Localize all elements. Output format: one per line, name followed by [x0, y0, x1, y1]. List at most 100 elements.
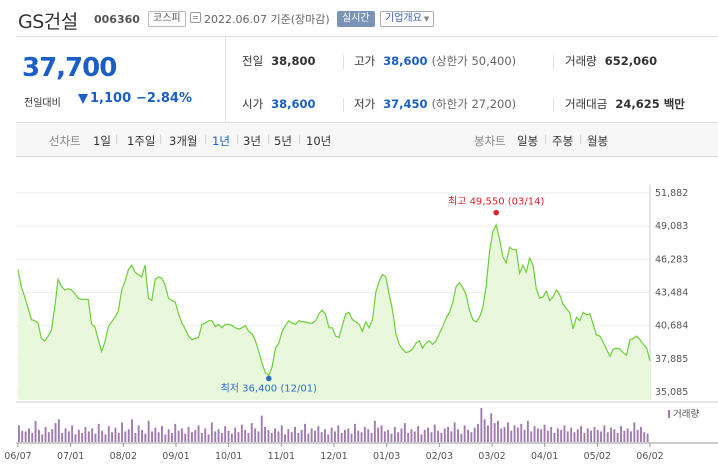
volume-bar: [370, 432, 373, 442]
period-1y[interactable]: 1년: [212, 133, 230, 149]
volume-bar: [553, 432, 556, 442]
company-info-dropdown[interactable]: 기업개요 ▼: [380, 11, 435, 27]
volume-bar: [147, 420, 150, 442]
volume-bar: [526, 420, 529, 442]
period-1w[interactable]: 1주일: [127, 133, 155, 149]
volume-bar: [77, 429, 80, 442]
line-chart-label: 선차트: [49, 134, 81, 148]
volume-bar: [247, 432, 250, 442]
volume-bar: [144, 433, 147, 442]
volume-bar: [184, 433, 187, 442]
stat-volume: 거래량 652,060: [565, 53, 657, 69]
volume-bar: [636, 429, 639, 442]
volume-bar: [94, 433, 97, 442]
volume-bar: [227, 430, 230, 442]
volume-bar: [483, 419, 486, 442]
candle-weekly[interactable]: 주봉: [552, 133, 573, 149]
max-annotation: 최고 49,550 (03/14): [448, 196, 544, 208]
volume-bar: [200, 432, 203, 442]
volume-bar: [583, 432, 586, 442]
stock-code: 006360: [94, 13, 140, 26]
volume-bar: [596, 429, 599, 442]
volume-bar: [560, 429, 563, 442]
realtime-button[interactable]: 실시간: [337, 11, 375, 27]
price-chart[interactable]: 51,882 49,083 46,283 43,484 40,684 37,885 35,0…: [0, 160, 718, 469]
volume-bar: [237, 432, 240, 442]
volume-bar: [440, 432, 443, 442]
volume-bar: [54, 423, 57, 442]
volume-bar: [603, 425, 606, 442]
divider: [553, 55, 554, 69]
volume-bar: [194, 429, 197, 442]
volume-bar: [340, 432, 343, 442]
x-tick-label: 02/03: [426, 451, 453, 462]
x-tick-label: 05/02: [584, 451, 611, 462]
volume-bar: [616, 432, 619, 442]
volume-bar: [244, 429, 247, 442]
price-panel: 37,700 전일대비 1,100 −2.84%: [16, 37, 226, 122]
stat-open: 시가 38,600: [242, 96, 316, 112]
volume-bar: [497, 420, 499, 442]
volume-bar: [473, 427, 476, 442]
volume-bar: [224, 426, 227, 442]
volume-bar: [51, 429, 54, 442]
volume-bar: [354, 423, 356, 442]
volume-bar: [433, 424, 436, 442]
period-10y[interactable]: 10년: [306, 133, 331, 149]
volume-bar: [210, 422, 213, 442]
volume-bar: [151, 431, 153, 442]
volume-bar: [67, 431, 70, 442]
volume-bar: [610, 427, 612, 442]
volume-bar: [463, 425, 466, 442]
volume-bar: [480, 408, 483, 442]
volume-bar: [457, 429, 459, 442]
candle-monthly[interactable]: 월봉: [587, 133, 608, 149]
period-3y[interactable]: 3년: [243, 133, 261, 149]
volume-bar: [643, 432, 646, 442]
volume-bar: [320, 432, 323, 442]
divider: [343, 55, 344, 69]
volume-bar: [503, 426, 506, 442]
volume-bar: [250, 423, 253, 442]
volume-bar: [260, 415, 263, 442]
change-label: 전일대비: [24, 98, 61, 109]
divider: |: [159, 134, 163, 145]
x-tick-label: 06/02: [636, 451, 663, 462]
volume-bar: [280, 425, 283, 442]
volume-bar: [337, 425, 340, 442]
volume-bar: [254, 428, 257, 442]
volume-bar: [177, 430, 180, 442]
min-annotation: 최저 36,400 (12/01): [221, 382, 317, 394]
volume-bar: [453, 422, 456, 442]
volume-bar: [307, 433, 310, 442]
volume-bar: [573, 432, 576, 442]
stat-label: 거래량: [565, 54, 597, 68]
volume-bar: [214, 431, 217, 442]
volume-bar: [297, 432, 300, 442]
volume-bar: [556, 428, 559, 442]
volume-bar: [240, 424, 243, 442]
volume-bar: [161, 426, 163, 442]
volume-bar: [513, 425, 516, 442]
y-tick-label: 49,083: [655, 221, 688, 232]
volume-bar: [590, 430, 592, 442]
candle-daily[interactable]: 일봉: [517, 133, 538, 149]
period-5y[interactable]: 5년: [274, 133, 292, 149]
upper-limit: (상한가 50,400): [431, 54, 517, 68]
candle-chart-label: 봉차트: [474, 134, 506, 148]
period-1d[interactable]: 1일: [93, 133, 111, 149]
volume-bar: [157, 432, 160, 442]
volume-bar: [111, 432, 113, 442]
volume-bar: [410, 429, 413, 442]
volume-bar: [586, 428, 589, 442]
company-info-label: 기업개요: [385, 13, 422, 24]
period-3m[interactable]: 3개월: [169, 133, 197, 149]
x-tick-label: 08/02: [110, 451, 137, 462]
volume-bar: [437, 430, 439, 442]
volume-bar: [393, 426, 396, 442]
volume-bar: [363, 426, 366, 442]
volume-bar: [174, 423, 177, 442]
stat-label: 시가: [242, 97, 264, 111]
volume-bar: [317, 426, 320, 442]
volume-bar: [257, 431, 260, 442]
